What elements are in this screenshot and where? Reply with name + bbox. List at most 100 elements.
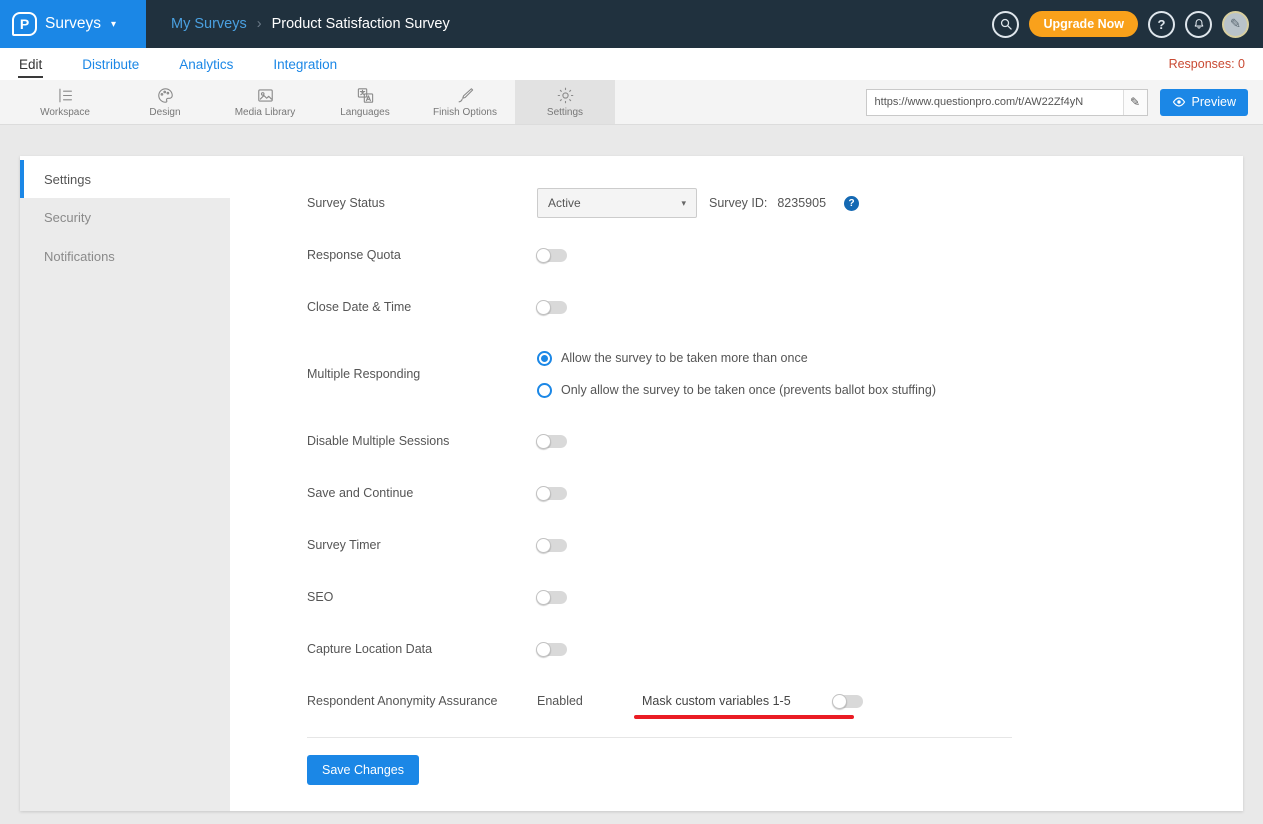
main-content: Settings Security Notifications Survey S… bbox=[0, 125, 1263, 811]
disable-multiple-sessions-toggle[interactable] bbox=[537, 435, 567, 448]
survey-url-field: ✎ bbox=[866, 89, 1148, 116]
setting-row-survey-timer: Survey Timer bbox=[307, 519, 1012, 571]
breadcrumb: My Surveys › Product Satisfaction Survey bbox=[171, 16, 450, 32]
survey-status-select[interactable]: Active ▾ bbox=[537, 188, 697, 218]
toggle-knob bbox=[832, 694, 847, 709]
setting-label: SEO bbox=[307, 590, 537, 604]
save-and-continue-toggle[interactable] bbox=[537, 487, 567, 500]
preview-label: Preview bbox=[1192, 95, 1236, 109]
setting-label: Response Quota bbox=[307, 248, 537, 262]
responses-count: Responses: 0 bbox=[1169, 57, 1245, 71]
response-quota-toggle[interactable] bbox=[537, 249, 567, 262]
breadcrumb-separator: › bbox=[257, 16, 262, 32]
setting-row-multiple-responding: Multiple Responding Allow the survey to … bbox=[307, 333, 1012, 415]
edit-url-button[interactable]: ✎ bbox=[1123, 90, 1147, 115]
survey-id-help-icon[interactable]: ? bbox=[844, 196, 859, 211]
mask-custom-variables: Mask custom variables 1-5 bbox=[642, 692, 791, 710]
brush-icon bbox=[456, 86, 475, 105]
settings-card: Settings Security Notifications Survey S… bbox=[20, 156, 1243, 811]
translate-icon bbox=[356, 86, 375, 105]
toggle-knob bbox=[536, 642, 551, 657]
toolbar-item-label: Finish Options bbox=[433, 107, 497, 118]
tab-analytics[interactable]: Analytics bbox=[178, 51, 234, 78]
setting-row-seo: SEO bbox=[307, 571, 1012, 623]
pencil-icon: ✎ bbox=[1230, 16, 1241, 32]
setting-label: Save and Continue bbox=[307, 486, 537, 500]
mask-custom-variables-toggle[interactable] bbox=[833, 695, 863, 708]
eye-icon bbox=[1172, 96, 1186, 108]
setting-row-respondent-anonymity: Respondent Anonymity Assurance Enabled M… bbox=[307, 675, 1012, 727]
avatar[interactable]: ✎ bbox=[1222, 11, 1249, 38]
survey-url-input[interactable] bbox=[867, 96, 1123, 108]
module-bar: Edit Distribute Analytics Integration Re… bbox=[0, 48, 1263, 80]
mask-custom-variables-label: Mask custom variables 1-5 bbox=[642, 694, 791, 708]
setting-row-save-and-continue: Save and Continue bbox=[307, 467, 1012, 519]
tab-edit[interactable]: Edit bbox=[18, 51, 43, 78]
breadcrumb-my-surveys[interactable]: My Surveys bbox=[171, 16, 247, 32]
toggle-knob bbox=[536, 486, 551, 501]
radio-option-once-only[interactable]: Only allow the survey to be taken once (… bbox=[537, 374, 936, 406]
toolbar-item-label: Media Library bbox=[235, 107, 296, 118]
setting-row-survey-status: Survey Status Active ▾ Survey ID: 823590… bbox=[307, 177, 1012, 229]
toolbar-item-workspace[interactable]: Workspace bbox=[15, 80, 115, 124]
toolbar-item-settings[interactable]: Settings bbox=[515, 80, 615, 124]
tab-distribute[interactable]: Distribute bbox=[81, 51, 140, 78]
tab-integration[interactable]: Integration bbox=[272, 51, 338, 78]
save-changes-button[interactable]: Save Changes bbox=[307, 755, 419, 785]
setting-label: Capture Location Data bbox=[307, 642, 537, 656]
radio-unchecked-icon[interactable] bbox=[537, 383, 552, 398]
survey-id-value: 8235905 bbox=[777, 196, 826, 210]
image-icon bbox=[256, 86, 275, 105]
setting-label: Survey Status bbox=[307, 196, 537, 210]
radio-option-label: Only allow the survey to be taken once (… bbox=[561, 383, 936, 397]
sidebar-item-settings[interactable]: Settings bbox=[20, 160, 230, 198]
form-divider bbox=[307, 737, 1012, 738]
header-actions: Upgrade Now ? ✎ bbox=[992, 11, 1263, 38]
help-button[interactable]: ? bbox=[1148, 11, 1175, 38]
setting-row-disable-multiple-sessions: Disable Multiple Sessions bbox=[307, 415, 1012, 467]
toolbar-item-label: Settings bbox=[547, 107, 583, 118]
radio-checked-icon[interactable] bbox=[537, 351, 552, 366]
product-switcher[interactable]: P Surveys ▾ bbox=[0, 0, 146, 48]
palette-icon bbox=[156, 86, 175, 105]
toolbar-item-design[interactable]: Design bbox=[115, 80, 215, 124]
survey-timer-toggle[interactable] bbox=[537, 539, 567, 552]
sidebar-item-security[interactable]: Security bbox=[20, 198, 230, 237]
setting-label: Close Date & Time bbox=[307, 300, 537, 314]
toolbar-item-media-library[interactable]: Media Library bbox=[215, 80, 315, 124]
seo-toggle[interactable] bbox=[537, 591, 567, 604]
gear-icon bbox=[556, 86, 575, 105]
question-mark-icon: ? bbox=[1158, 17, 1166, 32]
setting-label: Respondent Anonymity Assurance bbox=[307, 694, 537, 708]
preview-button[interactable]: Preview bbox=[1160, 89, 1248, 116]
setting-row-capture-location-data: Capture Location Data bbox=[307, 623, 1012, 675]
save-row: Save Changes bbox=[307, 755, 1012, 785]
search-icon bbox=[999, 17, 1013, 31]
chevron-down-icon: ▾ bbox=[681, 198, 686, 209]
toggle-knob bbox=[536, 538, 551, 553]
toggle-knob bbox=[536, 300, 551, 315]
settings-form: Survey Status Active ▾ Survey ID: 823590… bbox=[230, 156, 1243, 811]
sidebar-item-notifications[interactable]: Notifications bbox=[20, 237, 230, 276]
chevron-down-icon: ▾ bbox=[111, 19, 116, 30]
notifications-button[interactable] bbox=[1185, 11, 1212, 38]
survey-status-value: Active bbox=[548, 196, 581, 210]
product-name: Surveys bbox=[45, 15, 101, 33]
radio-option-multiple-allowed[interactable]: Allow the survey to be taken more than o… bbox=[537, 342, 936, 374]
toolbar-item-label: Design bbox=[149, 107, 180, 118]
search-button[interactable] bbox=[992, 11, 1019, 38]
close-date-time-toggle[interactable] bbox=[537, 301, 567, 314]
setting-label: Disable Multiple Sessions bbox=[307, 434, 537, 448]
questionpro-logo-icon: P bbox=[12, 12, 37, 36]
bell-icon bbox=[1192, 17, 1206, 31]
upgrade-now-button[interactable]: Upgrade Now bbox=[1029, 11, 1138, 37]
toggle-knob bbox=[536, 590, 551, 605]
toolbar-right: ✎ Preview bbox=[866, 80, 1263, 124]
toolbar-item-languages[interactable]: Languages bbox=[315, 80, 415, 124]
setting-label: Multiple Responding bbox=[307, 367, 537, 381]
capture-location-data-toggle[interactable] bbox=[537, 643, 567, 656]
sidebar-filler bbox=[20, 276, 230, 811]
toggle-knob bbox=[536, 248, 551, 263]
toolbar-item-label: Languages bbox=[340, 107, 390, 118]
toolbar-item-finish-options[interactable]: Finish Options bbox=[415, 80, 515, 124]
